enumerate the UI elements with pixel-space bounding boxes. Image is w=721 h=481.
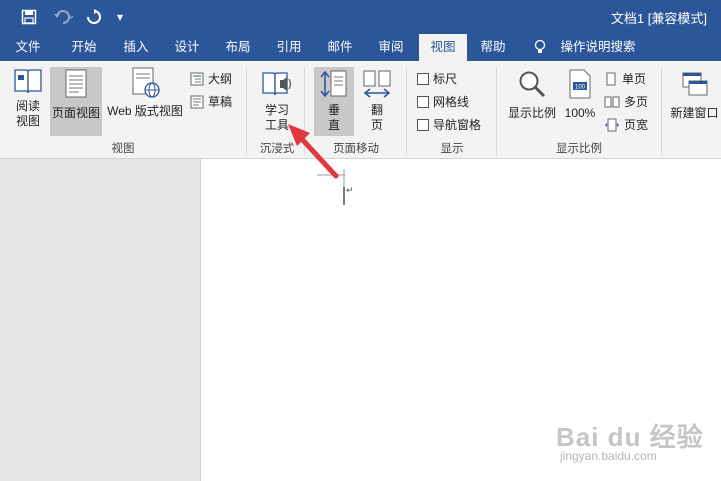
web-layout-button[interactable]: Web 版式视图 xyxy=(104,67,186,136)
ruler-checkbox-box[interactable] xyxy=(417,72,429,85)
one-page-label: 单页 xyxy=(622,72,647,86)
svg-text:↵: ↵ xyxy=(346,186,353,196)
side-to-side-icon xyxy=(363,70,391,98)
vertical-label: 垂 直 xyxy=(327,103,340,132)
canvas-left-margin xyxy=(0,159,200,481)
customize-icon[interactable]: ▾ xyxy=(112,0,128,34)
ribbon-view: 阅读 视图 页面视图 Web 版式视图 大纲 草稿 视图 学习 工具 沉浸式 垂… xyxy=(0,61,721,159)
ruler-label: 标尺 xyxy=(433,72,458,86)
zoom-100-button[interactable]: 100 100% xyxy=(561,67,599,136)
nav-pane-label: 导航窗格 xyxy=(433,118,482,132)
group-separator xyxy=(496,67,497,155)
outline-button[interactable]: 大纲 xyxy=(190,70,232,87)
svg-text:100: 100 xyxy=(575,85,586,91)
draft-button[interactable]: 草稿 xyxy=(190,93,232,110)
group-separator xyxy=(304,67,305,155)
side-to-side-label: 翻 页 xyxy=(370,103,383,132)
learning-tools-icon xyxy=(262,72,292,96)
vertical-scroll-icon xyxy=(320,70,347,98)
tab-review[interactable]: 审阅 xyxy=(369,34,413,61)
one-page-button[interactable]: 单页 xyxy=(604,70,646,87)
tab-design[interactable]: 设计 xyxy=(165,34,209,61)
ribbon-tabs: 文件 开始 插入 设计 布局 引用 邮件 审阅 视图 帮助 操作说明搜索 xyxy=(0,34,721,61)
save-icon[interactable] xyxy=(18,0,40,34)
redo-icon[interactable] xyxy=(84,0,104,34)
tab-help[interactable]: 帮助 xyxy=(471,34,515,61)
lightbulb-icon xyxy=(530,34,550,61)
magnifier-icon xyxy=(519,71,546,98)
learning-tools-label: 学习 工具 xyxy=(264,103,289,132)
tell-me-search[interactable]: 操作说明搜索 xyxy=(556,34,640,61)
tab-layout[interactable]: 布局 xyxy=(216,34,260,61)
zoom-group-label: 显示比例 xyxy=(556,143,602,155)
nav-pane-checkbox[interactable]: 导航窗格 xyxy=(417,116,481,133)
tab-file[interactable]: 文件 xyxy=(6,34,50,61)
draft-icon xyxy=(190,95,204,108)
zoom-100-label: 100% xyxy=(564,106,596,120)
multiple-pages-button[interactable]: 多页 xyxy=(604,93,648,110)
one-page-icon xyxy=(606,72,616,85)
new-window-label: 新建窗口 xyxy=(670,106,719,120)
margin-crop-mark: ↵ xyxy=(317,169,353,205)
undo-icon[interactable] xyxy=(50,0,78,34)
side-to-side-button[interactable]: 翻 页 xyxy=(358,67,396,136)
read-mode-button[interactable]: 阅读 视图 xyxy=(8,67,48,137)
vertical-button[interactable]: 垂 直 xyxy=(314,67,354,136)
multiple-pages-label: 多页 xyxy=(624,95,649,109)
tab-insert[interactable]: 插入 xyxy=(114,34,158,61)
ruler-checkbox[interactable]: 标尺 xyxy=(417,70,457,87)
outline-label: 大纲 xyxy=(208,72,233,86)
immersive-group-label: 沉浸式 xyxy=(259,143,295,155)
zoom-label: 显示比例 xyxy=(507,106,556,120)
book-icon xyxy=(14,69,42,94)
web-layout-label: Web 版式视图 xyxy=(107,104,183,118)
outline-icon xyxy=(190,72,204,85)
zoom-button[interactable]: 显示比例 xyxy=(506,67,558,136)
gridlines-checkbox-box[interactable] xyxy=(417,95,429,108)
new-window-icon xyxy=(682,72,707,96)
page-movement-group-label: 页面移动 xyxy=(333,143,379,155)
gridlines-checkbox[interactable]: 网格线 xyxy=(417,93,469,110)
print-layout-label: 页面视图 xyxy=(51,106,100,120)
title-bar: ▾ 文档1 [兼容模式] xyxy=(0,0,721,34)
group-separator xyxy=(661,67,662,155)
read-mode-label: 阅读 视图 xyxy=(15,99,40,128)
tab-references[interactable]: 引用 xyxy=(267,34,311,61)
gridlines-label: 网格线 xyxy=(433,95,470,109)
zoom-100-icon: 100 xyxy=(569,69,591,99)
page-width-label: 页宽 xyxy=(624,118,649,132)
print-layout-button[interactable]: 页面视图 xyxy=(50,67,102,136)
web-page-icon xyxy=(132,67,160,98)
tab-mailings[interactable]: 邮件 xyxy=(318,34,362,61)
page-width-icon xyxy=(605,118,619,131)
draft-label: 草稿 xyxy=(208,95,233,109)
learning-tools-button[interactable]: 学习 工具 xyxy=(256,69,298,137)
tab-view[interactable]: 视图 xyxy=(419,34,467,61)
group-separator xyxy=(406,67,407,155)
view-group-label: 视图 xyxy=(111,143,135,155)
show-group-label: 显示 xyxy=(440,143,464,155)
nav-pane-checkbox-box[interactable] xyxy=(417,118,429,131)
multiple-pages-icon xyxy=(604,96,620,107)
document-title: 文档1 [兼容模式] xyxy=(610,11,707,26)
tab-home[interactable]: 开始 xyxy=(62,34,106,61)
group-separator xyxy=(246,67,247,155)
watermark-url: jingyan.baidu.com xyxy=(560,449,657,463)
new-window-button[interactable]: 新建窗口 xyxy=(668,67,721,136)
page-icon xyxy=(65,69,87,98)
page-width-button[interactable]: 页宽 xyxy=(604,116,648,133)
